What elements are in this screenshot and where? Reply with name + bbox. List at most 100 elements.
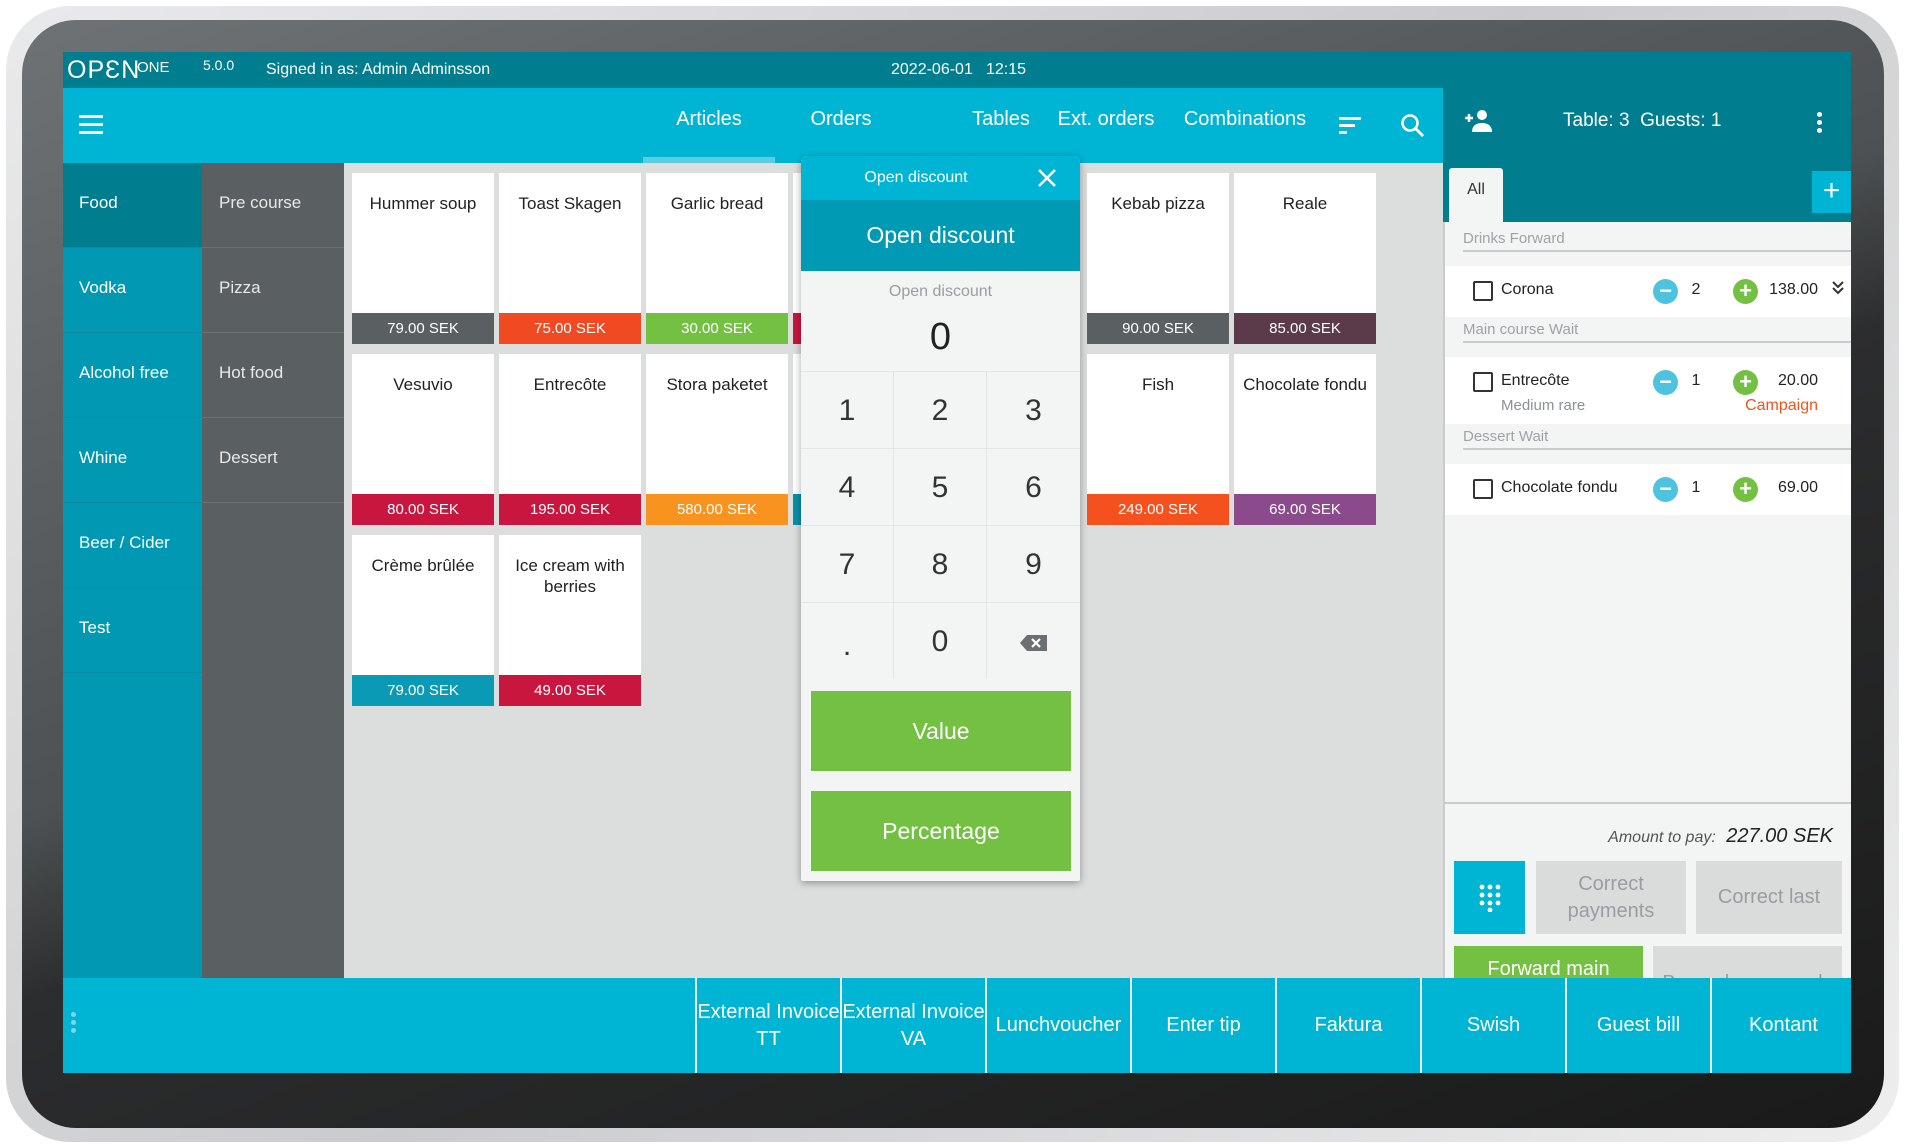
article-tile[interactable]: Toast Skagen 75.00 SEK	[499, 173, 641, 344]
version: 5.0.0	[203, 57, 235, 73]
add-guest-icon[interactable]	[1463, 108, 1493, 134]
category-test[interactable]: Test	[63, 588, 202, 673]
category-food[interactable]: Food	[63, 163, 202, 248]
item-price: 69.00	[1777, 479, 1818, 496]
article-name: Garlic bread	[670, 194, 764, 213]
article-tile[interactable]: Entrecôte 195.00 SEK	[499, 354, 641, 525]
key-8[interactable]: 8	[894, 525, 987, 602]
key-7[interactable]: 7	[801, 525, 894, 602]
article-name: Toast Skagen	[518, 194, 622, 213]
subcategory-pizza[interactable]: Pizza	[202, 248, 344, 333]
payment-button-guest-bill[interactable]: Guest bill	[1565, 978, 1710, 1073]
order-header: Table: 3 Guests: 1 All +	[1443, 88, 1851, 222]
order-line[interactable]: Corona −2 +138.00	[1445, 266, 1851, 317]
increase-qty-button[interactable]: +	[1733, 370, 1758, 395]
percentage-button[interactable]: Percentage	[811, 791, 1071, 871]
key-2[interactable]: 2	[894, 371, 987, 448]
article-name: Kebab pizza	[1111, 194, 1205, 213]
article-tile[interactable]: Reale 85.00 SEK	[1234, 173, 1376, 344]
payment-button-external-invoice-tt[interactable]: External Invoice TT	[695, 978, 840, 1073]
filter-icon[interactable]	[1339, 117, 1361, 134]
tab-orders[interactable]: Orders	[810, 108, 871, 131]
payment-button-external-invoice-va[interactable]: External Invoice VA	[840, 978, 985, 1073]
subcategory-hot-food[interactable]: Hot food	[202, 333, 344, 418]
logo: OPƐN	[67, 56, 141, 84]
article-tile[interactable]: Stora paketet 580.00 SEK	[646, 354, 788, 525]
article-name: Ice cream with berries	[515, 556, 625, 596]
article-name: Reale	[1282, 194, 1328, 213]
order-line[interactable]: Entrecôte Medium rare −1 +20.00 Campaign	[1445, 357, 1851, 424]
item-checkbox[interactable]	[1473, 479, 1493, 499]
article-name: Crème brûlée	[371, 556, 475, 575]
article-tile[interactable]: Fish 249.00 SEK	[1087, 354, 1229, 525]
tab-ext-orders[interactable]: Ext. orders	[1058, 108, 1155, 131]
key-4[interactable]: 4	[801, 448, 894, 525]
decrease-qty-button[interactable]: −	[1653, 370, 1678, 395]
articles-tab-indicator	[643, 157, 775, 163]
article-name: Stora paketet	[666, 375, 768, 394]
subcategory-dessert[interactable]: Dessert	[202, 418, 344, 503]
value-button[interactable]: Value	[811, 691, 1071, 771]
search-icon[interactable]	[1400, 113, 1426, 139]
payment-button-swish[interactable]: Swish	[1420, 978, 1565, 1073]
article-tile[interactable]: Garlic bread 30.00 SEK	[646, 173, 788, 344]
item-name: Corona	[1501, 281, 1554, 298]
correct-last-button[interactable]: Correct last	[1696, 861, 1842, 934]
tab-all[interactable]: All	[1449, 168, 1503, 222]
section-header: Drinks Forward	[1463, 230, 1851, 252]
article-tile[interactable]: Ice cream with berries 49.00 SEK	[499, 535, 641, 706]
key-1[interactable]: 1	[801, 371, 894, 448]
article-name: Hummer soup	[369, 194, 477, 213]
article-tile[interactable]: Hummer soup 79.00 SEK	[352, 173, 494, 344]
key-decimal[interactable]: .	[801, 602, 894, 679]
key-6[interactable]: 6	[987, 448, 1080, 525]
category-alcohol-free[interactable]: Alcohol free	[63, 333, 202, 418]
more-icon[interactable]	[1817, 112, 1822, 133]
menu-icon[interactable]	[79, 115, 103, 135]
payment-button-enter-tip[interactable]: Enter tip	[1130, 978, 1275, 1073]
decrease-qty-button[interactable]: −	[1653, 279, 1678, 304]
more-options-icon[interactable]	[71, 1012, 76, 1033]
key-5[interactable]: 5	[894, 448, 987, 525]
category-vodka[interactable]: Vodka	[63, 248, 202, 333]
payment-button-kontant[interactable]: Kontant	[1710, 978, 1851, 1073]
discount-value-input[interactable]: 0	[801, 316, 1080, 359]
close-icon[interactable]	[1037, 168, 1057, 188]
expand-icon[interactable]	[1831, 280, 1845, 301]
payment-button-faktura[interactable]: Faktura	[1275, 978, 1420, 1073]
article-price: 580.00 SEK	[646, 494, 788, 525]
item-checkbox[interactable]	[1473, 372, 1493, 392]
article-price: 79.00 SEK	[352, 675, 494, 706]
item-quantity: 1	[1691, 479, 1701, 496]
article-tile[interactable]: Crème brûlée 79.00 SEK	[352, 535, 494, 706]
category-beer-cider[interactable]: Beer / Cider	[63, 503, 202, 588]
item-name: Entrecôte	[1501, 372, 1570, 389]
order-line[interactable]: Chocolate fondu −1 +69.00	[1445, 464, 1851, 515]
key-9[interactable]: 9	[987, 525, 1080, 602]
key-3[interactable]: 3	[987, 371, 1080, 448]
tab-tables[interactable]: Tables	[972, 108, 1030, 131]
article-price: 79.00 SEK	[352, 313, 494, 344]
subcategory-pre-course[interactable]: Pre course	[202, 163, 344, 248]
correct-payments-button[interactable]: Correct payments	[1536, 861, 1686, 934]
backspace-key[interactable]	[987, 602, 1080, 679]
article-price: 69.00 SEK	[1234, 494, 1376, 525]
decrease-qty-button[interactable]: −	[1653, 477, 1678, 502]
tab-articles[interactable]: Articles	[676, 108, 742, 131]
key-0[interactable]: 0	[894, 602, 987, 679]
article-tile[interactable]: Vesuvio 80.00 SEK	[352, 354, 494, 525]
article-tile[interactable]: Kebab pizza 90.00 SEK	[1087, 173, 1229, 344]
campaign-tag: Campaign	[1745, 397, 1818, 414]
add-tab-button[interactable]: +	[1812, 171, 1851, 213]
article-tile[interactable]: Chocolate fondu 69.00 SEK	[1234, 354, 1376, 525]
logo-one: ONE	[137, 59, 170, 76]
item-price: 138.00	[1769, 281, 1818, 298]
tab-combinations[interactable]: Combinations	[1184, 108, 1306, 131]
increase-qty-button[interactable]: +	[1733, 477, 1758, 502]
keypad-button[interactable]	[1454, 861, 1525, 934]
amount-to-pay: 227.00 SEK	[1726, 825, 1833, 847]
payment-button-lunchvoucher[interactable]: Lunchvoucher	[985, 978, 1130, 1073]
category-whine[interactable]: Whine	[63, 418, 202, 503]
item-checkbox[interactable]	[1473, 281, 1493, 301]
increase-qty-button[interactable]: +	[1733, 279, 1758, 304]
